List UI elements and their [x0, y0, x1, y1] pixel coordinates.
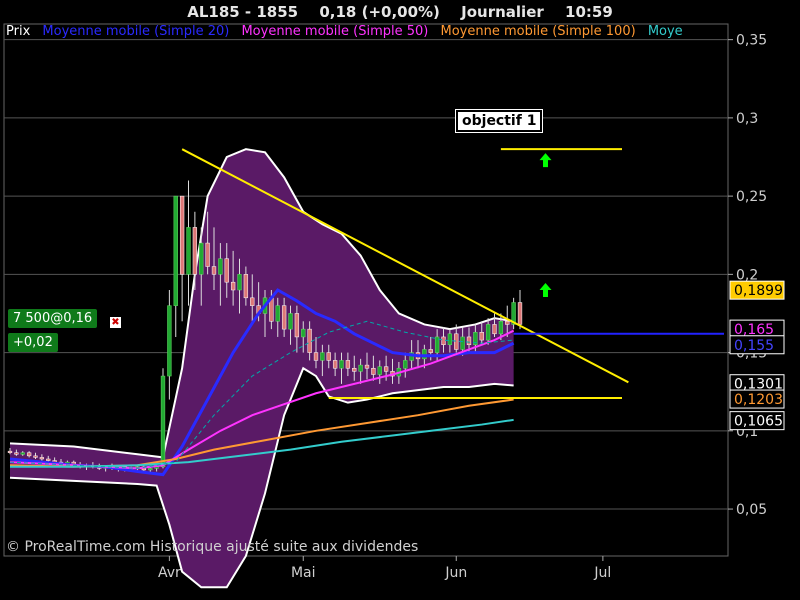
candle — [358, 364, 363, 372]
candle — [173, 195, 178, 306]
candle — [192, 227, 198, 275]
close-order-icon[interactable]: ✖ — [110, 317, 121, 328]
price-label: 0,1065 — [734, 414, 783, 430]
candle — [288, 313, 293, 330]
candle — [460, 336, 465, 350]
candle — [33, 455, 38, 458]
candle — [243, 274, 249, 299]
y-tick-label: 0,3 — [736, 111, 758, 127]
candle — [14, 452, 19, 455]
objectif-annotation[interactable]: objectif 1 — [454, 109, 544, 133]
candle — [186, 227, 191, 275]
order-change-box: +0,02 — [8, 333, 58, 352]
candle — [275, 305, 280, 322]
candle — [479, 331, 484, 341]
candle — [345, 360, 351, 369]
candle — [339, 360, 344, 369]
price-label: 0,1899 — [734, 283, 783, 299]
candle — [160, 375, 166, 468]
x-tick-label: Jul — [593, 565, 611, 581]
candle — [211, 266, 217, 275]
candle — [332, 360, 338, 369]
candle — [294, 313, 300, 338]
price-chart[interactable]: 0,350,30,250,20,150,10,05AvrMaiJunJul0,1… — [0, 0, 800, 600]
candle — [454, 333, 459, 350]
chart-legend: Prix Moyenne mobile (Simple 20) Moyenne … — [6, 24, 726, 39]
candle — [492, 324, 497, 335]
candle — [224, 258, 229, 283]
candle — [441, 336, 446, 346]
candle — [205, 242, 210, 267]
y-tick-label: 0,25 — [736, 189, 767, 205]
candle — [466, 336, 472, 346]
candle — [403, 360, 408, 369]
candle — [326, 352, 331, 361]
candle — [307, 328, 312, 353]
candle — [39, 457, 45, 460]
candle — [371, 367, 376, 375]
candle — [148, 468, 153, 471]
candle — [517, 302, 523, 325]
candle — [364, 364, 370, 369]
x-tick-label: Mai — [291, 565, 316, 581]
legend-item-sma50[interactable]: Moyenne mobile (Simple 50) — [241, 24, 428, 39]
candle — [20, 452, 25, 455]
x-tick-label: Avr — [158, 565, 181, 581]
candle — [383, 366, 389, 372]
order-box[interactable]: 7 500@0,16 — [8, 309, 98, 328]
candle — [320, 352, 325, 361]
candle — [498, 321, 504, 335]
candle — [237, 274, 242, 291]
candle — [301, 328, 306, 338]
candle — [26, 452, 32, 457]
legend-item-sma20[interactable]: Moyenne mobile (Simple 20) — [42, 24, 229, 39]
candle — [447, 333, 453, 346]
legend-item-sma100[interactable]: Moyenne mobile (Simple 100) — [441, 24, 636, 39]
candle — [46, 458, 51, 461]
candle — [422, 349, 427, 360]
candle — [352, 367, 357, 372]
candle — [218, 258, 223, 275]
candle — [167, 305, 172, 377]
legend-item-extra[interactable]: Moye — [648, 24, 683, 39]
candle — [7, 450, 13, 453]
candle — [179, 195, 185, 275]
price-label: 0,155 — [734, 338, 774, 354]
candle — [250, 297, 255, 306]
y-tick-label: 0,05 — [736, 502, 767, 518]
legend-item-price[interactable]: Prix — [6, 24, 30, 39]
price-label: 0,1203 — [734, 392, 783, 408]
y-tick-label: 0,35 — [736, 33, 767, 49]
candle — [281, 305, 287, 330]
candle — [505, 321, 510, 325]
candle — [428, 349, 433, 353]
copyright-text: © ProRealTime.com Historique ajusté suit… — [6, 539, 419, 555]
candle — [485, 324, 491, 341]
candle — [199, 242, 204, 275]
x-tick-label: Jun — [444, 565, 467, 581]
candle — [230, 281, 236, 291]
candle — [313, 352, 319, 361]
candle — [377, 366, 382, 375]
